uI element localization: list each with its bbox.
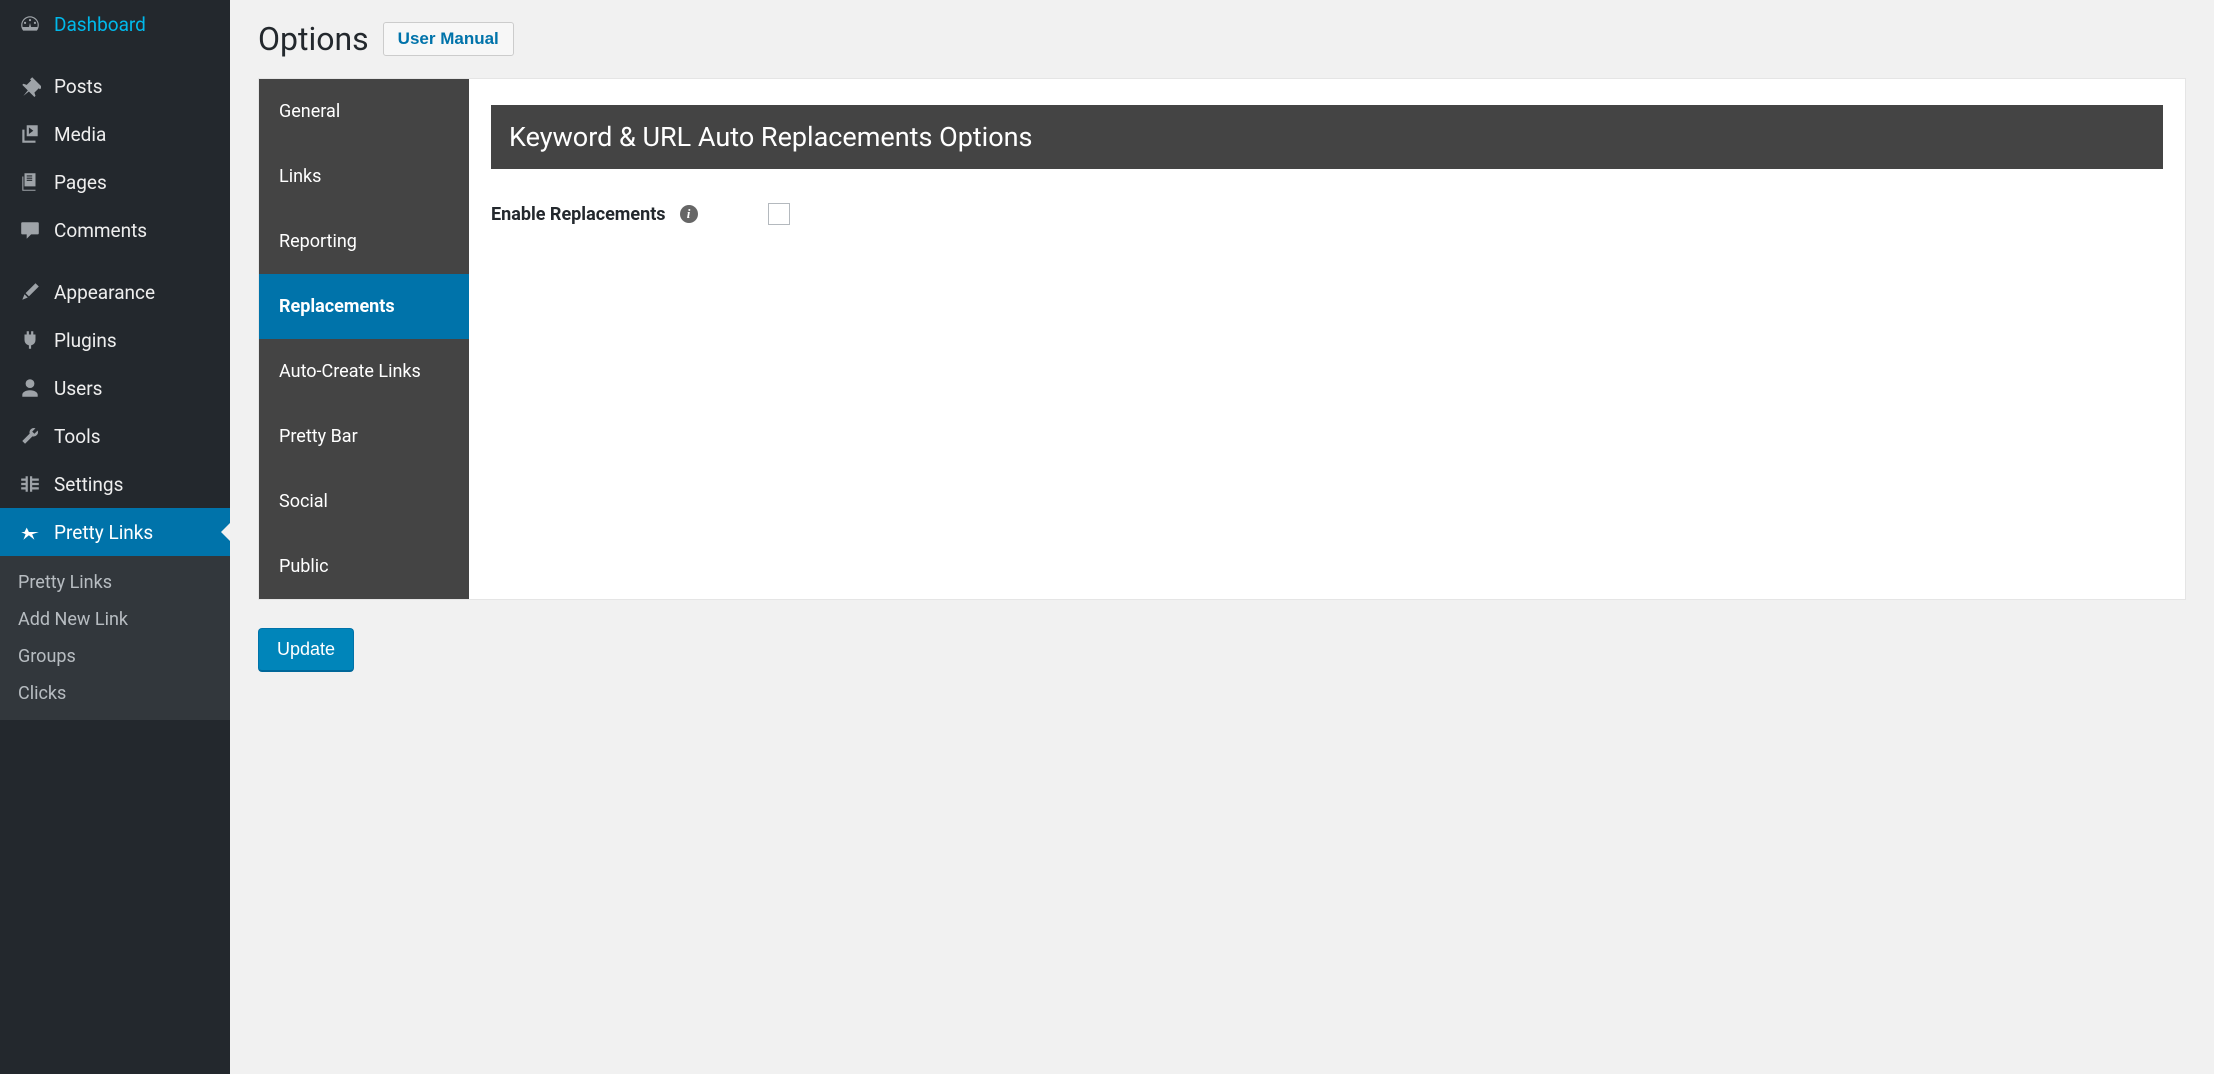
options-panel: General Links Reporting Replacements Aut… <box>258 78 2186 600</box>
sidebar-item-appearance[interactable]: Appearance <box>0 268 230 316</box>
submenu-item-groups[interactable]: Groups <box>0 638 230 675</box>
wrench-icon <box>18 424 42 448</box>
sidebar-item-label: Tools <box>54 425 101 448</box>
page-title: Options <box>258 20 369 58</box>
sidebar-item-label: Posts <box>54 75 103 98</box>
enable-replacements-row: Enable Replacements i <box>491 203 2163 225</box>
tab-pretty-bar[interactable]: Pretty Bar <box>259 404 469 469</box>
sidebar-item-label: Pages <box>54 171 107 194</box>
tab-general[interactable]: General <box>259 79 469 144</box>
sidebar-item-label: Media <box>54 123 106 146</box>
update-button[interactable]: Update <box>258 628 354 672</box>
sidebar-submenu: Pretty Links Add New Link Groups Clicks <box>0 556 230 720</box>
enable-replacements-label: Enable Replacements <box>491 204 666 225</box>
content-area: Options User Manual General Links Report… <box>230 0 2214 1074</box>
user-icon <box>18 376 42 400</box>
pages-icon <box>18 170 42 194</box>
sidebar-item-pretty-links[interactable]: Pretty Links <box>0 508 230 556</box>
enable-replacements-checkbox[interactable] <box>768 203 790 225</box>
user-manual-button[interactable]: User Manual <box>383 22 514 56</box>
info-icon[interactable]: i <box>680 205 698 223</box>
panel-content: Keyword & URL Auto Replacements Options … <box>469 79 2185 599</box>
admin-sidebar: Dashboard Posts Media Pages Comments A <box>0 0 230 1074</box>
tab-public[interactable]: Public <box>259 534 469 599</box>
sidebar-item-label: Settings <box>54 473 123 496</box>
sidebar-item-users[interactable]: Users <box>0 364 230 412</box>
settings-icon <box>18 472 42 496</box>
options-tabs: General Links Reporting Replacements Aut… <box>259 79 469 599</box>
media-icon <box>18 122 42 146</box>
sidebar-item-label: Plugins <box>54 329 117 352</box>
sidebar-item-tools[interactable]: Tools <box>0 412 230 460</box>
tab-replacements[interactable]: Replacements <box>259 274 469 339</box>
dashboard-icon <box>18 12 42 36</box>
tab-social[interactable]: Social <box>259 469 469 534</box>
pin-icon <box>18 74 42 98</box>
sidebar-item-label: Dashboard <box>54 13 146 36</box>
sidebar-item-plugins[interactable]: Plugins <box>0 316 230 364</box>
sidebar-item-media[interactable]: Media <box>0 110 230 158</box>
sidebar-item-label: Pretty Links <box>54 521 153 544</box>
tab-links[interactable]: Links <box>259 144 469 209</box>
sidebar-item-comments[interactable]: Comments <box>0 206 230 254</box>
sidebar-item-label: Users <box>54 377 102 400</box>
brush-icon <box>18 280 42 304</box>
comment-icon <box>18 218 42 242</box>
page-header: Options User Manual <box>258 20 2186 58</box>
sidebar-item-label: Comments <box>54 219 147 242</box>
submenu-item-add-new-link[interactable]: Add New Link <box>0 601 230 638</box>
sidebar-item-settings[interactable]: Settings <box>0 460 230 508</box>
star-icon <box>18 520 42 544</box>
sidebar-item-dashboard[interactable]: Dashboard <box>0 0 230 48</box>
panel-heading: Keyword & URL Auto Replacements Options <box>491 105 2163 169</box>
sidebar-item-pages[interactable]: Pages <box>0 158 230 206</box>
tab-auto-create-links[interactable]: Auto-Create Links <box>259 339 469 404</box>
submenu-item-clicks[interactable]: Clicks <box>0 675 230 712</box>
submenu-item-pretty-links[interactable]: Pretty Links <box>0 564 230 601</box>
sidebar-item-posts[interactable]: Posts <box>0 62 230 110</box>
plug-icon <box>18 328 42 352</box>
sidebar-item-label: Appearance <box>54 281 155 304</box>
tab-reporting[interactable]: Reporting <box>259 209 469 274</box>
